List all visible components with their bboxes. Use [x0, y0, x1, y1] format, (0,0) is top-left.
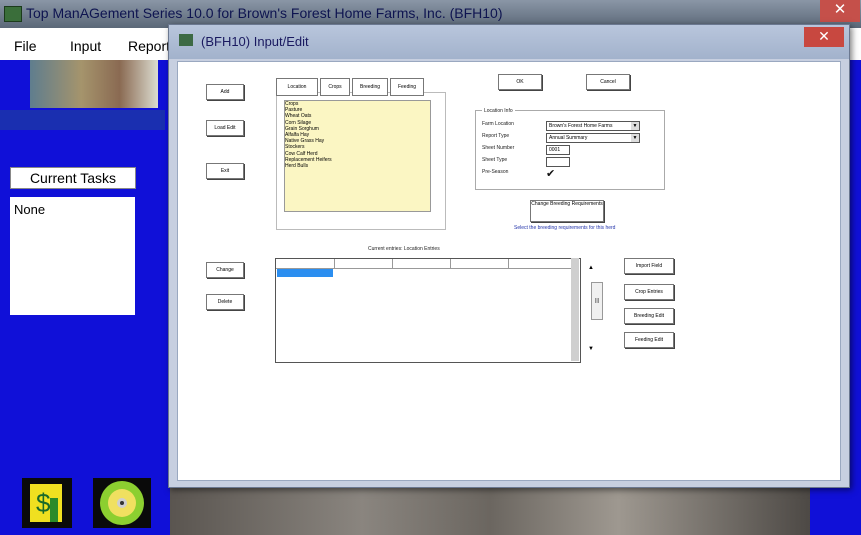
change-breeding-button[interactable]: Change Breeding Requirements — [530, 200, 604, 222]
scroll-down-icon[interactable]: ▼ — [588, 346, 594, 352]
grid-column-divider — [508, 259, 509, 268]
exit-button[interactable]: Exit — [206, 163, 244, 179]
ok-button[interactable]: OK — [498, 74, 542, 90]
cancel-button[interactable]: Cancel — [586, 74, 630, 90]
banner-image — [30, 60, 158, 108]
tab-breeding[interactable]: Breeding — [352, 78, 388, 96]
dialog-client: Add Load Edit Exit Change Delete Locatio… — [177, 61, 841, 481]
main-window-title: Top ManAGement Series 10.0 for Brown's F… — [26, 5, 503, 21]
current-tasks-button[interactable]: Current Tasks — [10, 167, 136, 189]
scroll-thumb[interactable]: ||| — [591, 282, 603, 320]
location-group: Location Info Farm Location Brown's Fore… — [475, 108, 665, 190]
bottom-photo — [170, 488, 810, 535]
sheet-number-field[interactable]: 0001 — [546, 145, 570, 155]
menu-file[interactable]: File — [14, 38, 37, 54]
crop-entries-button[interactable]: Crop Entries — [624, 284, 674, 300]
tab-crops[interactable]: Crops — [320, 78, 350, 96]
field-label: Pre-Season — [482, 169, 509, 175]
tab-feeding[interactable]: Feeding — [390, 78, 424, 96]
farm-location-combo[interactable]: Brown's Forest Home Farms ▼ — [546, 121, 640, 131]
group-title: Location Info — [482, 108, 515, 114]
change-button[interactable]: Change — [206, 262, 244, 278]
grid-selected-cell[interactable] — [277, 269, 333, 277]
field-label: Report Type — [482, 133, 510, 139]
dialog-close-icon[interactable]: ✕ — [804, 27, 844, 47]
delete-button[interactable]: Delete — [206, 294, 244, 310]
load-edit-button[interactable]: Load Edit — [206, 120, 244, 136]
close-icon[interactable]: ✕ — [820, 0, 860, 22]
dialog-app-icon — [179, 34, 193, 46]
add-button[interactable]: Add — [206, 84, 244, 100]
import-field-button[interactable]: Import Field — [624, 258, 674, 274]
list-item[interactable]: Herd Bulls — [285, 163, 430, 169]
chevron-down-icon[interactable]: ▼ — [631, 122, 639, 130]
menu-report[interactable]: Report — [128, 38, 170, 54]
task-item[interactable]: None — [14, 202, 45, 217]
sheet-type-field[interactable] — [546, 157, 570, 167]
dollar-logo-icon: $ — [22, 478, 72, 528]
field-label: Sheet Type — [482, 157, 508, 163]
feeding-edit-button[interactable]: Feeding Edit — [624, 332, 674, 348]
dialog-titlebar: (BFH10) Input/Edit ✕ — [169, 25, 849, 59]
check-icon[interactable]: ✔ — [546, 167, 555, 180]
grid-scrollbar[interactable] — [571, 258, 579, 361]
report-type-combo[interactable]: Annual Summary ▼ — [546, 133, 640, 143]
app-icon — [4, 6, 22, 22]
chevron-down-icon[interactable]: ▼ — [631, 134, 639, 142]
current-tasks-list: None — [10, 197, 135, 315]
field-label: Farm Location — [482, 121, 514, 127]
tab-location[interactable]: Location — [276, 78, 318, 96]
cd-icon — [93, 478, 151, 528]
combo-value: Annual Summary — [549, 135, 588, 141]
grid-header — [276, 259, 576, 269]
category-list[interactable]: Crops Pasture Wheat Oats Corn Silage Gra… — [284, 100, 431, 212]
change-breeding-note: Select the breeding requirements for thi… — [514, 225, 616, 231]
dialog-title: (BFH10) Input/Edit — [201, 34, 309, 49]
input-edit-dialog: (BFH10) Input/Edit ✕ Add Load Edit Exit … — [168, 24, 850, 488]
field-label: Sheet Number — [482, 145, 515, 151]
grid-column-divider — [334, 259, 335, 268]
scroll-up-icon[interactable]: ▲ — [588, 265, 594, 271]
combo-value: Brown's Forest Home Farms — [549, 123, 613, 129]
breeding-edit-button[interactable]: Breeding Edit — [624, 308, 674, 324]
grid-caption: Current entries: Location Entries — [368, 246, 440, 252]
svg-text:$: $ — [36, 488, 51, 518]
grid-column-divider — [392, 259, 393, 268]
menu-input[interactable]: Input — [70, 38, 101, 54]
banner-band — [0, 110, 165, 130]
grid-column-divider — [450, 259, 451, 268]
entries-grid[interactable] — [275, 258, 581, 363]
